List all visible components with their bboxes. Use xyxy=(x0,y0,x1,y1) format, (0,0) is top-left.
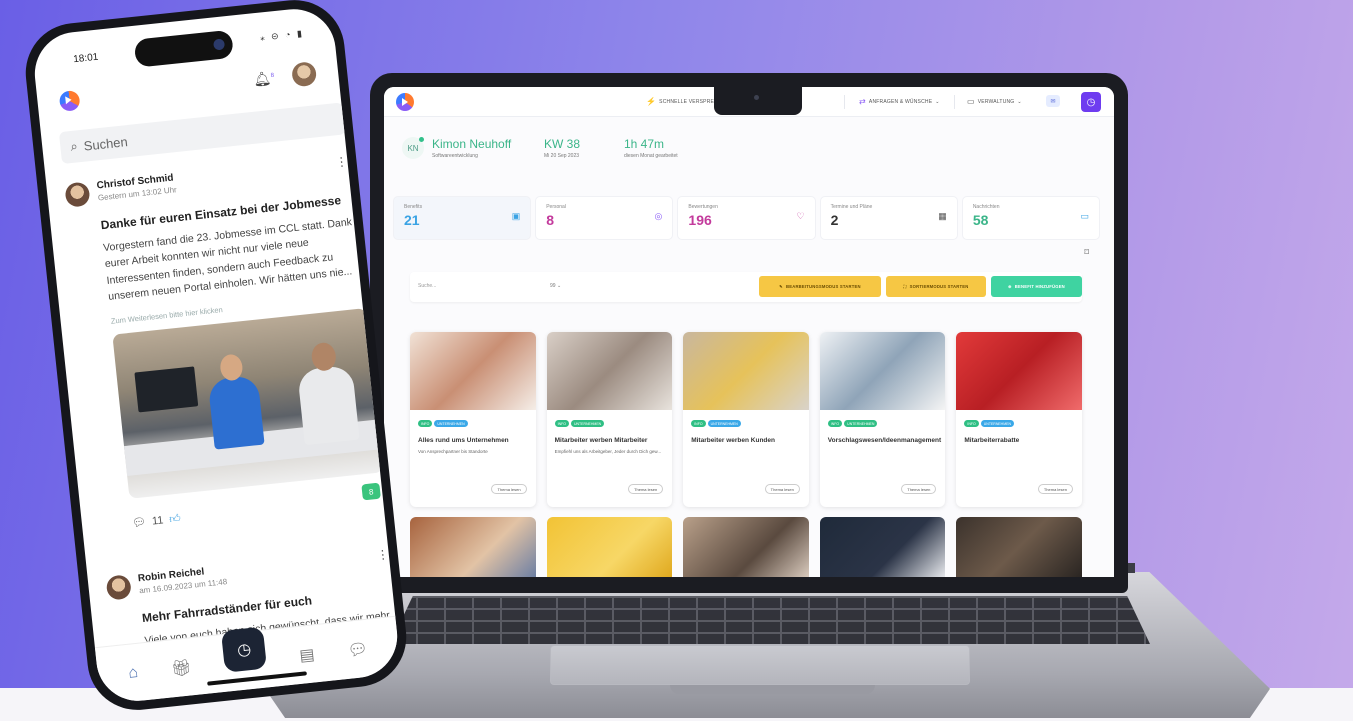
sort-mode-button[interactable]: ⛶ SORTIERMODUS STARTEN xyxy=(886,276,986,297)
stat-appointments[interactable]: Termine und Pläne 2 ▦ xyxy=(820,197,957,239)
search-input[interactable]: Suche... xyxy=(418,283,436,289)
laptop-lid: ⚡ SCHNELLE VERSPRECHEN ⇄ ANFRAGEN & WÜNSCH… xyxy=(370,73,1128,593)
avatar[interactable] xyxy=(290,61,318,88)
post-image xyxy=(112,308,384,499)
card-image xyxy=(819,332,946,410)
laptop-screen: ⚡ SCHNELLE VERSPRECHEN ⇄ ANFRAGEN & WÜNSCH… xyxy=(384,87,1114,577)
more-options-icon[interactable]: ⋮ xyxy=(376,547,389,562)
card-image xyxy=(683,332,809,410)
benefits-toolbar: Suche... 99 ⌄ ✎ BEARBEITUNGSMODUS STARTEN… xyxy=(410,272,1082,302)
topbar-requests[interactable]: ⇄ ANFRAGEN & WÜNSCHE ⌄ xyxy=(859,97,940,106)
gift-icon: ▣ xyxy=(511,211,521,221)
bell-icon[interactable]: 🔔︎8 xyxy=(252,69,275,88)
sort-icon: ⛶ xyxy=(903,284,907,289)
card-image[interactable] xyxy=(546,517,673,577)
card-image[interactable] xyxy=(819,517,946,577)
read-topic-button[interactable]: Thema lesen xyxy=(901,484,937,494)
card-image[interactable] xyxy=(410,517,536,577)
person-icon: ◎ xyxy=(654,211,663,221)
like-icon[interactable]: 👍︎ xyxy=(169,512,182,526)
status-icons: ⁎ ⊝ ◔ ▮ xyxy=(259,28,305,43)
laptop-keyboard xyxy=(390,596,1150,644)
home-icon[interactable]: ⌂ xyxy=(128,663,140,682)
benefit-card[interactable]: INFO UNTERNEHMEN Vorschlagswesen/Ideenman… xyxy=(819,332,946,507)
card-image[interactable] xyxy=(956,517,1082,577)
benefit-card[interactable]: INFO UNTERNEHMEN Mitarbeiterrabatte Thema… xyxy=(956,332,1082,507)
laptop-front-lip xyxy=(670,685,875,694)
news-post: Christof Schmid Gestern um 13:02 Uhr ⋮ D… xyxy=(64,154,390,542)
user-name: Kimon Neuhoff xyxy=(432,137,512,151)
clock-icon: ◷ xyxy=(1086,96,1096,108)
chat-icon[interactable]: 💬︎ xyxy=(347,638,369,660)
avatar[interactable] xyxy=(64,181,91,208)
clock-icon[interactable]: ◷ xyxy=(221,626,268,673)
benefit-card[interactable]: INFO UNTERNEHMEN Mitarbeiter werben Kunde… xyxy=(683,332,809,507)
page-size-select[interactable]: 99 ⌄ xyxy=(550,283,561,289)
request-icon: ⇄ xyxy=(859,97,866,106)
stat-personal[interactable]: Personal 8 ◎ xyxy=(536,197,673,239)
card-image[interactable] xyxy=(683,517,809,577)
topbar-separator xyxy=(844,95,845,109)
hours-info: 1h 47m diesen Monat gearbeitet xyxy=(624,137,678,159)
card-image xyxy=(956,332,1082,410)
read-topic-button[interactable]: Thema lesen xyxy=(628,484,664,494)
admin-icon: ▭ xyxy=(967,97,975,106)
search-icon: ⌕ xyxy=(69,138,79,155)
avatar: KN xyxy=(402,137,424,159)
phone-screen: 18:01 ⁎ ⊝ ◔ ▮ 🔔︎8 ⌕ Suchen Christof Schm… xyxy=(30,5,402,705)
heart-icon: ♡ xyxy=(796,211,805,221)
stat-messages[interactable]: Nachrichten 58 ▭ xyxy=(962,197,1100,239)
phone-device: 18:01 ⁎ ⊝ ◔ ▮ 🔔︎8 ⌕ Suchen Christof Schm… xyxy=(20,0,412,715)
bookmark-icon[interactable]: ⌑ xyxy=(1084,247,1089,258)
add-benefit-button[interactable]: ⊕ BENEFIT HINZUFÜGEN xyxy=(991,276,1082,297)
read-topic-button[interactable]: Thema lesen xyxy=(764,484,800,494)
benefit-cards-row2 xyxy=(410,517,1082,577)
status-time: 18:01 xyxy=(72,51,99,66)
comment-count: 11 xyxy=(151,513,164,528)
card-image xyxy=(546,332,673,410)
more-options-icon[interactable]: ⋮ xyxy=(335,154,348,169)
calendar-icon: ▦ xyxy=(938,211,947,221)
comment-icon[interactable]: 💬︎ xyxy=(131,515,147,529)
app-logo-icon[interactable] xyxy=(58,89,81,112)
edit-icon: ✎ xyxy=(779,284,783,289)
stat-reviews[interactable]: Bewertungen 196 ♡ xyxy=(678,197,815,239)
read-topic-button[interactable]: Thema lesen xyxy=(491,484,527,494)
app-logo-icon[interactable] xyxy=(396,93,414,111)
camera xyxy=(754,95,759,100)
dynamic-island xyxy=(133,29,235,68)
read-topic-button[interactable]: Thema lesen xyxy=(1037,484,1073,494)
week-info: KW 38 Mi 20 Sep 2023 xyxy=(544,137,581,159)
avatar[interactable] xyxy=(105,574,132,601)
edit-mode-button[interactable]: ✎ BEARBEITUNGSMODUS STARTEN xyxy=(759,276,881,297)
laptop-trackpad xyxy=(550,645,970,685)
benefit-card[interactable]: INFO UNTERNEHMEN Mitarbeiter werben Mitar… xyxy=(546,332,673,507)
benefit-card[interactable]: INFO UNTERNEHMEN Alles rund ums Unternehm… xyxy=(410,332,536,507)
search-input[interactable]: ⌕ Suchen xyxy=(58,102,346,165)
chat-badge-icon[interactable]: 8 xyxy=(361,482,381,501)
read-more-link[interactable]: Zum Weiterlesen bitte hier klicken xyxy=(110,305,223,326)
stats-row: Benefits 21 ▣ Personal 8 ◎ Bewertungen 1… xyxy=(394,197,1100,239)
time-tracking-button[interactable]: ◷ xyxy=(1081,92,1101,112)
post-reactions: 💬︎ 11 👍︎ xyxy=(131,512,182,530)
notification-chip-icon[interactable]: ✉ xyxy=(1046,95,1060,107)
plus-icon: ⊕ xyxy=(1008,284,1012,289)
laptop-notch xyxy=(714,87,802,115)
user-profile[interactable]: KN Kimon Neuhoff Softwareentwicklung xyxy=(402,137,511,159)
chat-icon: ▭ xyxy=(1080,211,1090,221)
topbar-separator xyxy=(954,95,955,109)
gift-icon[interactable]: 🎁︎ xyxy=(170,657,192,679)
topbar-admin[interactable]: ▭ VERWALTUNG ⌄ xyxy=(967,97,1022,106)
bolt-icon: ⚡ xyxy=(646,97,657,106)
calendar-icon[interactable]: ▤ xyxy=(298,644,316,665)
benefit-cards: INFO UNTERNEHMEN Alles rund ums Unternehm… xyxy=(410,332,1082,507)
user-role: Softwareentwicklung xyxy=(432,153,478,159)
card-image xyxy=(410,332,536,410)
stat-benefits[interactable]: Benefits 21 ▣ xyxy=(394,197,531,239)
